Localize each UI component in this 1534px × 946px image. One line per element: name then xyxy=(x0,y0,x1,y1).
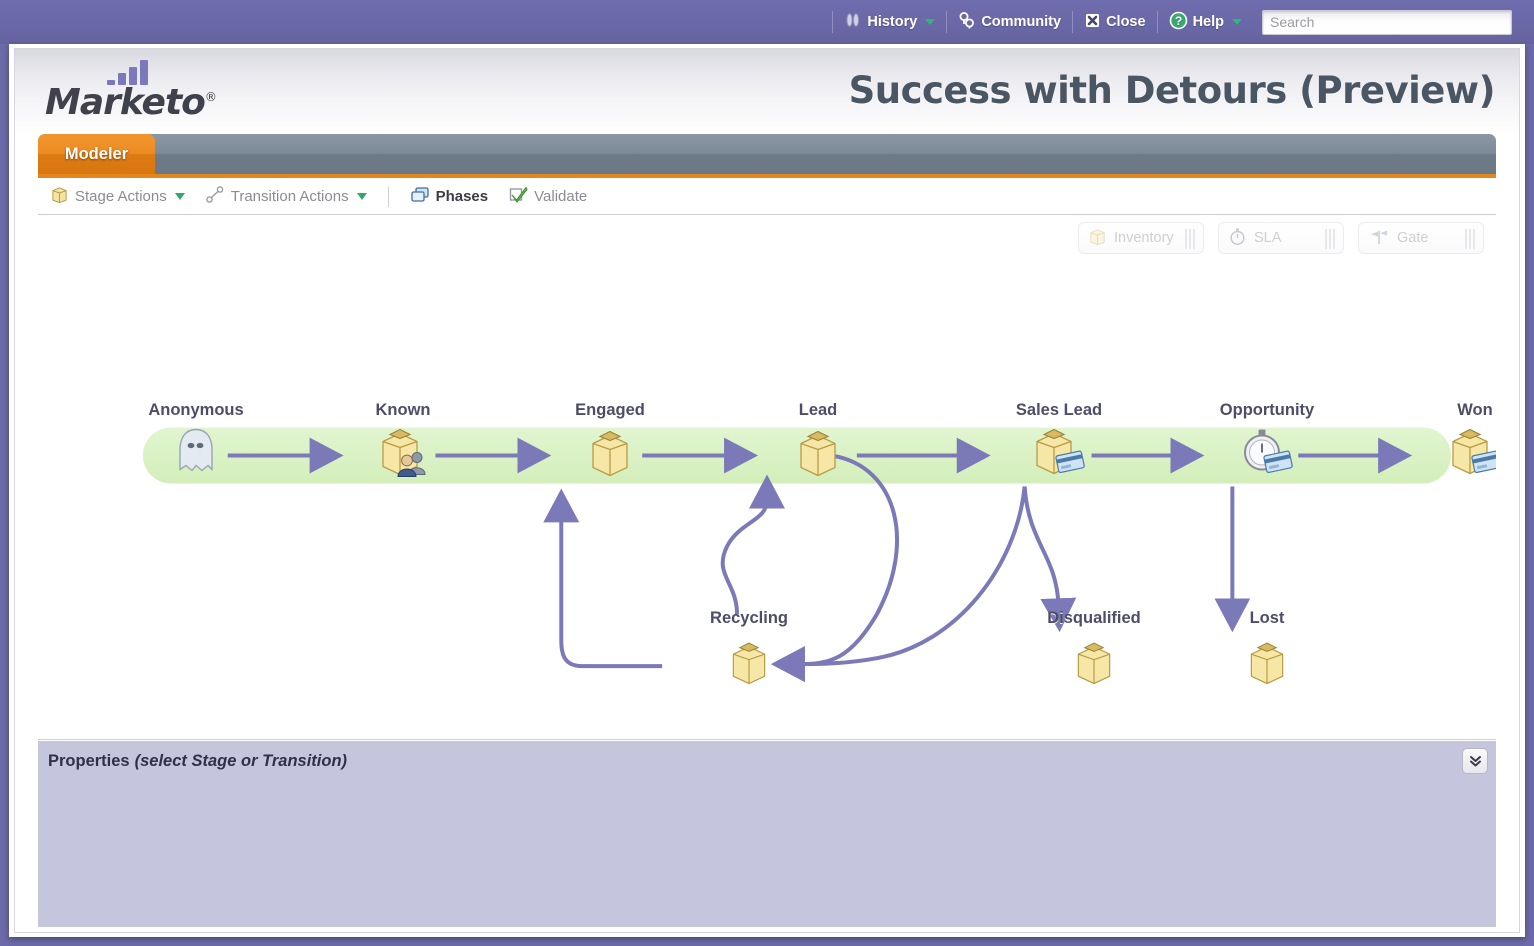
search-input[interactable] xyxy=(1262,9,1512,35)
validate-check-icon xyxy=(508,186,528,208)
box-people-icon xyxy=(376,428,430,483)
nav-item-help[interactable]: ? Help xyxy=(1161,8,1250,37)
masthead: Marketo® Success with Detours (Preview) xyxy=(15,49,1519,134)
tab-strip: Modeler xyxy=(15,134,1519,179)
tab-underline xyxy=(38,174,1496,178)
tab-modeler-label: Modeler xyxy=(64,144,129,163)
marketo-logo[interactable]: Marketo® xyxy=(45,59,217,123)
chevron-down-icon[interactable] xyxy=(356,193,367,200)
community-icon xyxy=(958,11,976,33)
toolbar-stage-actions[interactable]: Stage Actions xyxy=(42,182,193,211)
nav-divider xyxy=(1156,11,1158,33)
phases-icon xyxy=(410,186,430,208)
box-card-icon xyxy=(1031,428,1087,482)
properties-panel: Properties (select Stage or Transition) xyxy=(38,740,1496,927)
stage-label-lost[interactable]: Lost xyxy=(1250,609,1285,628)
toolbar-transition-actions[interactable]: Transition Actions xyxy=(197,182,375,211)
nav-item-history-label: History xyxy=(867,14,918,30)
stage-icon-sales-lead[interactable] xyxy=(1031,426,1087,483)
modeler-toolbar: Stage Actions Transition Actions Phases … xyxy=(38,179,1496,215)
toolbar-transition-actions-label: Transition Actions xyxy=(230,188,349,205)
nav-divider xyxy=(832,11,834,33)
stage-icon-disqualified[interactable] xyxy=(1071,639,1117,690)
top-navigation-bar: History Community Close ? Help Search xyxy=(0,0,1534,44)
logo-wordmark: Marketo® xyxy=(45,82,217,123)
transition-saleslead-disqualified xyxy=(1022,486,1077,633)
chevron-down-icon[interactable] xyxy=(925,19,936,25)
box-icon xyxy=(726,642,772,689)
toolbar-validate[interactable]: Validate xyxy=(500,183,595,211)
toolbar-divider xyxy=(387,186,389,207)
stage-label-won[interactable]: Won xyxy=(1457,401,1492,420)
stopwatch-card-icon xyxy=(1239,429,1295,482)
box-icon xyxy=(1071,642,1117,689)
stage-label-engaged[interactable]: Engaged xyxy=(575,401,645,420)
box-icon xyxy=(50,185,69,208)
stage-icon-lost[interactable] xyxy=(1244,639,1290,690)
properties-title: Properties xyxy=(48,752,130,770)
application-window-inner: Marketo® Success with Detours (Preview) … xyxy=(14,48,1520,933)
page-title: Success with Detours (Preview) xyxy=(848,69,1496,112)
transition-recycling-lead xyxy=(720,474,785,615)
box-icon xyxy=(793,430,843,481)
logo-wordmark-text: Marketo xyxy=(45,82,206,123)
nav-item-history[interactable]: History xyxy=(836,9,943,35)
tab-modeler[interactable]: Modeler xyxy=(38,134,155,174)
modeler-canvas[interactable]: Inventory SLA Gate Anonymous Known Engag… xyxy=(38,215,1496,740)
toolbar-phases-label: Phases xyxy=(435,188,489,205)
properties-body[interactable] xyxy=(38,782,1496,927)
properties-collapse-button[interactable] xyxy=(1462,748,1488,774)
nav-item-community-label: Community xyxy=(981,14,1062,30)
stage-label-known[interactable]: Known xyxy=(376,401,431,420)
svg-text:?: ? xyxy=(1174,14,1181,28)
top-nav-items: History Community Close ? Help Search xyxy=(829,7,1534,37)
box-icon xyxy=(585,430,635,481)
transition-recycling-engaged xyxy=(543,488,663,669)
toolbar-stage-actions-label: Stage Actions xyxy=(75,188,167,205)
properties-hint: (select Stage or Transition) xyxy=(134,752,348,770)
stage-icon-known[interactable] xyxy=(376,425,430,484)
chevron-double-down-icon xyxy=(1468,753,1483,768)
stage-label-sales-lead[interactable]: Sales Lead xyxy=(1016,401,1102,420)
stage-icon-recycling[interactable] xyxy=(726,639,772,690)
application-window: Marketo® Success with Detours (Preview) … xyxy=(9,44,1525,937)
toolbar-validate-label: Validate xyxy=(534,188,588,205)
properties-header: Properties (select Stage or Transition) xyxy=(38,740,1496,782)
stage-label-lead[interactable]: Lead xyxy=(799,401,838,420)
stage-label-recycling[interactable]: Recycling xyxy=(710,609,788,628)
close-icon xyxy=(1084,12,1101,33)
nav-item-community[interactable]: Community xyxy=(950,8,1069,36)
transition-icon xyxy=(205,185,225,208)
stage-icon-anonymous[interactable] xyxy=(172,426,220,483)
stage-icon-engaged[interactable] xyxy=(585,427,635,482)
chevron-down-icon[interactable] xyxy=(1232,19,1242,25)
nav-item-help-label: Help xyxy=(1192,14,1224,30)
help-icon: ? xyxy=(1169,11,1188,34)
app-root: History Community Close ? Help Search Ma… xyxy=(0,0,1534,946)
box-icon xyxy=(1244,642,1290,689)
stage-label-anonymous[interactable]: Anonymous xyxy=(148,401,243,420)
stage-icon-won[interactable] xyxy=(1447,426,1496,483)
stage-label-disqualified[interactable]: Disqualified xyxy=(1047,609,1141,628)
nav-item-close-label: Close xyxy=(1106,14,1146,30)
nav-item-close[interactable]: Close xyxy=(1076,9,1154,36)
transition-saleslead-recycling xyxy=(770,486,1027,683)
transition-lead-recycling xyxy=(770,453,899,683)
stage-label-opportunity[interactable]: Opportunity xyxy=(1220,401,1314,420)
history-icon xyxy=(844,12,862,32)
ghost-icon xyxy=(172,428,220,482)
logo-registered-mark: ® xyxy=(204,90,217,104)
tab-bar-background xyxy=(38,134,1496,174)
toolbar-phases[interactable]: Phases xyxy=(402,183,497,211)
chevron-down-icon[interactable] xyxy=(174,193,185,200)
stage-icon-lead[interactable] xyxy=(793,427,843,482)
logo-bars-icon xyxy=(107,59,167,85)
nav-divider xyxy=(1072,11,1074,33)
nav-divider xyxy=(946,11,948,33)
stage-icon-opportunity[interactable] xyxy=(1239,426,1295,483)
box-card-icon xyxy=(1447,428,1496,482)
